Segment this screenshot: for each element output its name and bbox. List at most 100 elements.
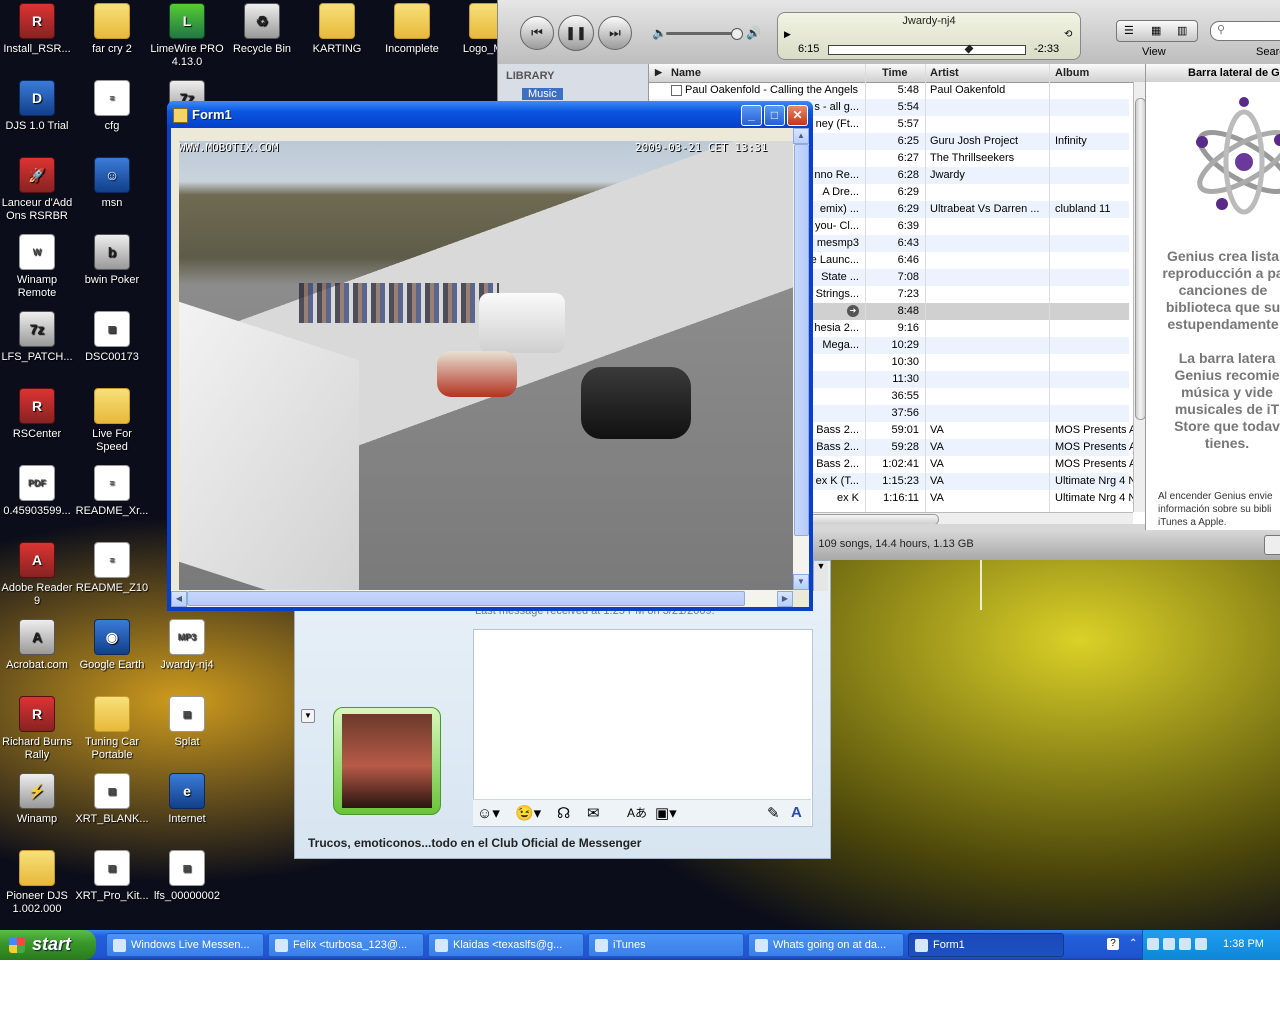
desktop-icon[interactable]: A Acrobat.com [0,619,74,672]
desktop-icon[interactable]: PDF 0.45903599... [0,465,74,518]
desktop-icon[interactable]: ▤ Splat [150,696,224,749]
column-time[interactable]: Time [882,67,907,79]
scroll-up-arrow-icon[interactable]: ▲ [793,128,809,144]
desktop-icon[interactable]: e Internet [150,773,224,826]
coverflow-view-icon[interactable]: ▥ [1177,24,1187,37]
desktop-icon[interactable]: W Winamp Remote [0,234,74,300]
spellcheck-icon[interactable]: Aあ [627,804,647,821]
taskbar-button[interactable]: Felix <turbosa_123@... [268,933,424,957]
desktop-icon[interactable]: far cry 2 [75,3,149,56]
network-icon[interactable] [1179,938,1191,950]
wink-icon[interactable]: 😉▾ [515,804,541,822]
scroll-right-arrow-icon[interactable]: ▶ [777,591,793,607]
taskbar-button[interactable]: Klaidas <texaslfs@g... [428,933,584,957]
handwriting-icon[interactable]: ✎ [767,804,780,822]
desktop-icon[interactable]: ≡ README_Z10 [75,542,149,595]
start-button[interactable]: start [0,930,96,960]
track-checkbox[interactable] [671,85,682,96]
desktop-icon[interactable]: A Adobe Reader 9 [0,542,74,608]
library-header: LIBRARY [506,70,555,82]
messenger-promo-link[interactable]: Trucos, emoticonos...todo en el Club Ofi… [308,836,641,850]
taskbar-button[interactable]: Whats going on at da... [748,933,904,957]
column-menu-icon[interactable]: ▶ [655,67,662,78]
desktop-icon[interactable]: Live For Speed [75,388,149,454]
desktop-icon[interactable]: R Richard Burns Rally [0,696,74,762]
close-button[interactable]: ✕ [787,105,808,126]
application-icon: ☺ [94,157,130,193]
desktop-icon[interactable]: KARTING [300,3,374,56]
view-switcher[interactable]: ☰ ▦ ▥ [1116,20,1198,42]
background-icon[interactable]: ▣▾ [655,804,677,822]
track-list-hscroll-thumb[interactable] [809,514,939,524]
form1-vertical-scrollbar[interactable]: ▲ ▼ [793,128,809,590]
desktop-icon[interactable]: Pioneer DJS 1.002.000 [0,850,74,916]
loop-icon[interactable]: ⟲ [1064,29,1072,40]
form1-vscroll-thumb[interactable] [794,144,809,536]
desktop-icon[interactable]: ≡ README_Xr... [75,465,149,518]
taskbar-button[interactable]: Form1 [908,933,1064,957]
emoticon-icon[interactable]: ☺▾ [477,804,500,822]
search-input[interactable]: ⚲ [1210,21,1280,41]
desktop-icon[interactable]: ♻ Recycle Bin [225,3,299,56]
messenger-scroll-arrow[interactable]: ▼ [813,561,828,591]
track-list-hscrollbar[interactable] [809,512,1133,524]
next-track-button[interactable]: ⏭ [598,16,632,50]
expand-icon[interactable]: ▼ [301,709,315,723]
pause-button[interactable]: ❚❚ [558,15,594,51]
nudge-icon[interactable]: ✉ [587,804,600,822]
help-icon[interactable]: ? [1107,938,1119,950]
taskbar-button[interactable]: iTunes [588,933,744,957]
display-picture[interactable] [333,707,441,815]
form1-horizontal-scrollbar[interactable]: ◀ ▶ [171,590,793,607]
desktop-icon[interactable]: 7z LFS_PATCH... [0,311,74,364]
sidebar-item-music[interactable]: Music [522,88,563,100]
maximize-button[interactable]: □ [764,105,785,126]
volume-icon[interactable] [1163,938,1175,950]
desktop-icon[interactable]: ◉ Google Earth [75,619,149,672]
desktop-icon[interactable]: ≡ cfg [75,80,149,133]
track-list-scroll-thumb[interactable] [1135,98,1145,420]
voice-clip-icon[interactable]: ☊ [557,804,570,822]
column-album[interactable]: Album [1055,67,1089,79]
scroll-left-arrow-icon[interactable]: ◀ [171,591,187,607]
column-name[interactable]: Name [671,67,701,79]
desktop-icon[interactable]: ▦ DSC00173 [75,311,149,364]
desktop-icon[interactable]: L LimeWire PRO 4.13.0 [150,3,224,69]
desktop-icon[interactable]: 🚀 Lanceur d'Add Ons RSRBR [0,157,74,223]
column-artist[interactable]: Artist [930,67,959,79]
table-row[interactable]: Paul Oakenfold - Calling the Angels 5:48 P… [649,82,1129,99]
message-input[interactable] [473,629,813,827]
desktop-icon[interactable]: ▤ XRT_BLANK... [75,773,149,826]
form1-titlebar[interactable]: Form1 _ □ ✕ [167,101,813,128]
font-icon[interactable]: A [791,804,802,821]
messenger-tray-icon[interactable] [1195,938,1207,950]
genius-toggle-button[interactable] [1264,535,1280,555]
desktop-icon[interactable]: R RSCenter [0,388,74,441]
desktop-icon[interactable]: MP3 Jwardy-nj4 [150,619,224,672]
volume-knob[interactable] [731,28,743,40]
track-list-header: ▶ Name Time Artist Album [649,64,1145,83]
tray-expand-icon[interactable]: ⌃ [1129,938,1141,950]
now-playing-arrow-icon[interactable]: ➜ [847,305,859,317]
desktop-icon[interactable]: D DJS 1.0 Trial [0,80,74,133]
previous-track-button[interactable]: ⏮ [520,16,554,50]
track-list-scrollbar[interactable] [1133,82,1145,512]
volume-slider[interactable] [666,32,740,35]
scroll-down-arrow-icon[interactable]: ▼ [793,574,809,590]
desktop-icon[interactable]: R Install_RSR... [0,3,74,56]
desktop-icon[interactable]: ▤ XRT_Pro_Kit... [75,850,149,903]
list-view-icon[interactable]: ☰ [1124,24,1134,37]
desktop-icon[interactable]: ▤ lfs_00000002 [150,850,224,903]
desktop-icon[interactable]: ⚡ Winamp [0,773,74,826]
desktop-icon[interactable]: ☺ msn [75,157,149,210]
desktop-icon[interactable]: b bwin Poker [75,234,149,287]
progress-knob[interactable] [964,44,974,54]
tray-arrow-icon[interactable] [1147,938,1159,950]
taskbar-button[interactable]: Windows Live Messen... [106,933,264,957]
track-progress-bar[interactable] [828,44,1026,55]
desktop-icon[interactable]: Tuning Car Portable [75,696,149,762]
minimize-button[interactable]: _ [741,105,762,126]
form1-hscroll-thumb[interactable] [187,591,745,606]
grid-view-icon[interactable]: ▦ [1151,24,1161,37]
desktop-icon[interactable]: Incomplete [375,3,449,56]
